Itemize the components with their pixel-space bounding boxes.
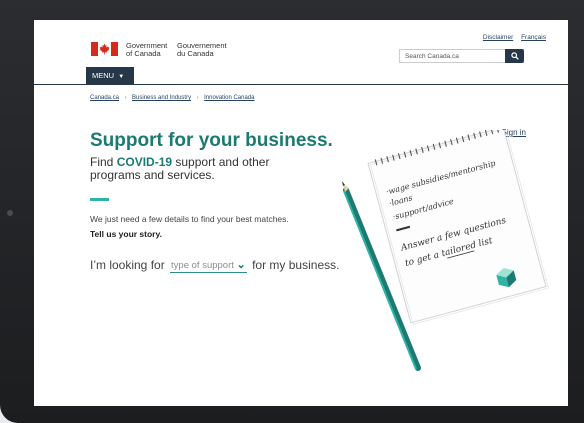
details-text: We just need a few details to find your … — [90, 214, 289, 224]
breadcrumb-separator-icon: › — [196, 95, 199, 101]
search-input[interactable]: Search Canada.ca — [399, 49, 505, 63]
menu-button[interactable]: MENU ▼ — [86, 67, 134, 84]
chevron-down-icon: ⌄ — [236, 259, 246, 271]
support-type-select[interactable]: type of support ⌄ — [170, 258, 247, 273]
breadcrumb-canada[interactable]: Canada.ca — [90, 95, 119, 101]
disclaimer-link[interactable]: Disclaimer — [483, 34, 513, 41]
search-button[interactable] — [505, 49, 524, 63]
covid-highlight: COVID-19 — [116, 155, 173, 169]
breadcrumb-business[interactable]: Business and Industry — [132, 95, 191, 101]
tablet-frame: Disclaimer Français Government of Canada… — [0, 0, 584, 423]
chevron-down-icon: ▼ — [118, 74, 125, 80]
canada-flag-icon — [91, 42, 118, 56]
signature-fr[interactable]: Gouvernement du Canada — [177, 42, 227, 58]
browser-screen: Disclaimer Français Government of Canada… — [34, 20, 568, 406]
camera-dot — [7, 210, 13, 216]
signature-en[interactable]: Government of Canada — [126, 42, 167, 58]
menu-label: MENU — [92, 71, 115, 80]
support-type-value: type of support — [171, 260, 234, 271]
accent-bar — [90, 198, 109, 201]
page-title: Support for your business. — [90, 130, 333, 151]
notebook-illustration: ·wage subsidies/mentorship ·loans ·suppo… — [342, 130, 549, 371]
breadcrumb-separator-icon: › — [124, 95, 127, 101]
search-icon — [511, 52, 519, 60]
language-links: Disclaimer Français — [477, 34, 546, 41]
menu-divider — [34, 84, 568, 85]
signature-en-line2: of Canada — [126, 49, 161, 58]
page-subtitle: Find COVID-19 support and other programs… — [90, 156, 320, 182]
breadcrumb-innovation[interactable]: Innovation Canada — [204, 95, 254, 101]
gov-header: Disclaimer Français Government of Canada… — [34, 20, 568, 64]
breadcrumb: Canada.ca › Business and Industry › Inno… — [90, 95, 254, 101]
subtitle-prefix: Find — [90, 155, 117, 169]
signature-fr-line2: du Canada — [177, 49, 214, 58]
looking-prefix: I’m looking for — [90, 258, 169, 272]
story-text: Tell us your story. — [90, 229, 162, 239]
looking-sentence: I’m looking for type of support ⌄ for my… — [90, 258, 339, 274]
francais-link[interactable]: Français — [521, 34, 546, 41]
